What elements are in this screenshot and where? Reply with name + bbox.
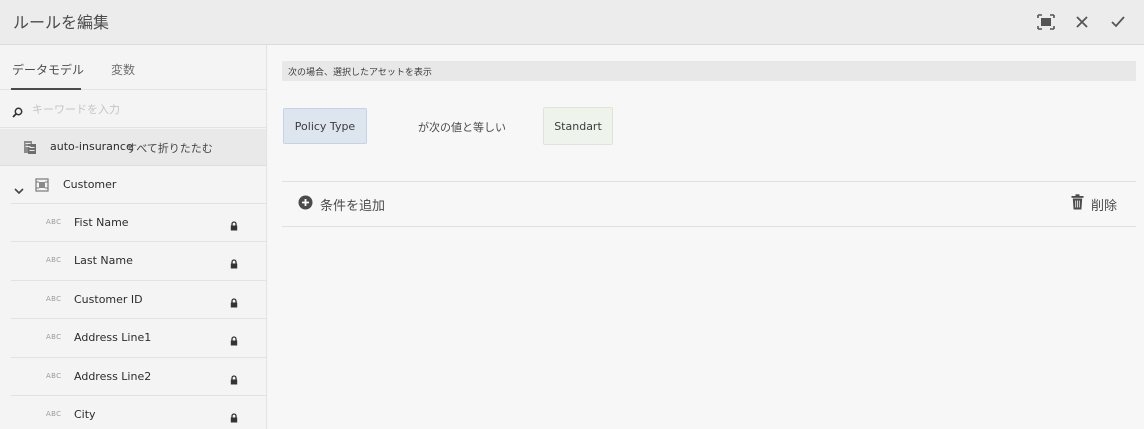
rule-editor: 次の場合、選択したアセットを表示 Policy Type が次の値と等しい St… [268,45,1144,429]
page-title: ルールを編集 [13,13,110,32]
add-circle-icon [298,195,313,214]
tab-variables[interactable]: 変数 [111,61,135,78]
lock-icon [230,370,238,389]
model-row: auto-insurance すべて折りたたむ [0,129,266,166]
add-condition-label: 条件を追加 [320,198,386,214]
field-name: Address Line2 [74,369,152,383]
fullscreen-icon[interactable] [1036,12,1056,32]
field-name: Last Name [74,254,133,268]
lock-icon [230,331,238,350]
search-icon [12,103,23,122]
data-model-panel: データモデル 変数 auto-insurance すべて折りたたむ Custom… [0,45,267,429]
search-box [0,91,266,128]
field-name: Address Line1 [74,331,152,345]
field-name: City [74,408,96,421]
lock-icon [230,254,238,273]
field-row[interactable]: ABC Last Name [11,241,266,279]
header-bar: ルールを編集 [0,0,1144,45]
model-name: auto-insurance [50,140,133,153]
delete-label: 削除 [1091,198,1118,214]
field-row[interactable]: ABC Address Line2 [11,356,266,395]
variable-chip[interactable]: Policy Type [283,108,367,144]
entity-icon [35,177,49,196]
database-icon [23,139,37,159]
divider [282,226,1136,227]
field-type-label: ABC [46,256,62,265]
search-input[interactable] [32,99,252,119]
panel-tabs: データモデル 変数 [0,45,266,90]
condition-header-text: 次の場合、選択したアセットを表示 [288,68,432,78]
field-type-label: ABC [46,410,62,418]
entity-row-customer[interactable]: Customer [0,167,266,203]
lock-icon [230,293,238,312]
value-chip[interactable]: Standart [543,107,613,145]
tab-data-model[interactable]: データモデル [12,61,84,78]
condition-header: 次の場合、選択したアセットを表示 [282,61,1136,81]
active-tab-indicator [11,88,81,90]
close-icon[interactable] [1072,12,1092,32]
divider [282,181,1136,182]
trash-icon [1071,194,1084,214]
field-row[interactable]: ABC City [11,395,266,429]
field-type-label: ABC [46,371,62,380]
chevron-down-icon[interactable] [14,180,24,199]
field-name: Customer ID [74,292,143,306]
field-row[interactable]: ABC Customer ID [11,279,266,318]
field-type-label: ABC [46,218,62,226]
lock-icon [230,216,238,235]
delete-button[interactable]: 削除 [1071,194,1118,214]
add-condition-button[interactable]: 条件を追加 [298,195,386,214]
field-name: Fist Name [74,216,129,229]
collapse-all-link[interactable]: すべて折りたたむ [126,140,213,156]
field-type-label: ABC [46,294,62,303]
entity-name: Customer [63,178,117,191]
field-type-label: ABC [46,333,62,342]
field-row[interactable]: ABC Address Line1 [11,318,266,356]
checkmark-icon[interactable] [1108,12,1128,32]
field-row[interactable]: ABC Fist Name [11,203,266,241]
operator-label[interactable]: が次の値と等しい [418,119,506,135]
lock-icon [230,408,238,427]
